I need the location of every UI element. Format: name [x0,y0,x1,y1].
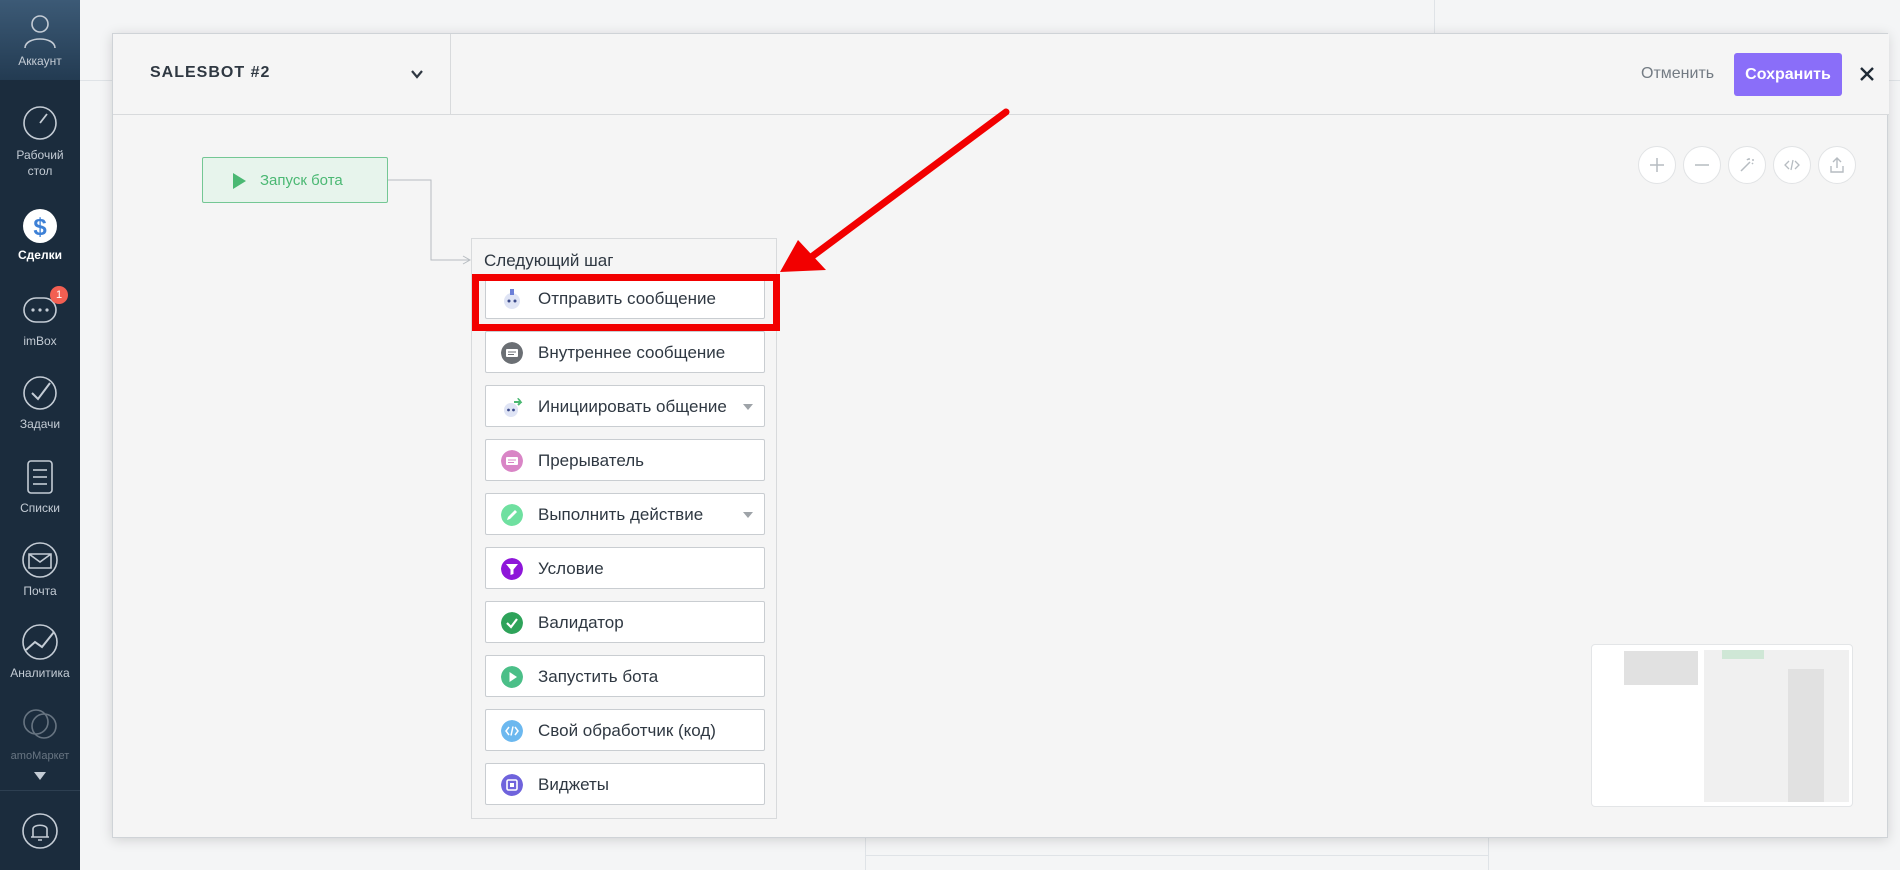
checkmark-circle-icon [23,376,57,410]
step-label: Инициировать общение [538,397,727,416]
robot-initiate-icon [504,397,523,417]
step-label: Свой обработчик (код) [538,721,716,740]
svg-text:$: $ [33,214,47,241]
bg-divider [1434,0,1435,35]
nav-more-caret-icon[interactable] [34,772,46,780]
nav-dashboard[interactable]: Рабочий стол [0,103,80,179]
nav-deals[interactable]: $ Сделки [0,204,80,262]
bg-divider [865,838,866,870]
internal-message-icon [501,342,523,364]
minimap-region [1722,650,1764,659]
minimap-region [1788,669,1824,802]
step-label: Запустить бота [538,667,659,686]
dropdown-caret-icon[interactable] [743,404,753,410]
condition-filter-icon [501,558,523,580]
bg-divider [865,855,1489,856]
step-label: Виджеты [538,775,610,794]
nav-mail-label: Почта [23,584,57,598]
code-handler-icon [501,720,523,742]
left-navigation: Аккаунт Рабочий стол $ Сделки 1 imBox За… [0,0,80,870]
highlight-frame [472,274,780,331]
step-interrupter[interactable]: Прерыватель [485,439,765,481]
dollar-icon: $ [23,209,57,243]
step-validator[interactable]: Валидатор [485,601,765,643]
step-custom-code[interactable]: Свой обработчик (код) [485,709,765,751]
play-icon [233,173,246,189]
nav-lists-label: Списки [20,501,60,515]
dropdown-caret-icon[interactable] [743,512,753,518]
nav-account-label: Аккаунт [18,54,62,68]
bg-divider [1488,838,1489,870]
envelope-icon [22,542,58,578]
salesbot-editor-modal: SALESBOT #2 Отменить Сохранить Запуск бо… [112,33,1889,838]
speedometer-icon [23,106,57,140]
market-circles-icon [23,709,57,739]
nav-market-label: amoМаркет [10,750,70,762]
nav-deals-label: Сделки [18,248,62,262]
imbox-badge: 1 [50,286,68,304]
bell-icon [22,813,58,849]
user-avatar-icon [24,15,56,49]
nav-analytics-label: Аналитика [10,666,70,680]
step-perform-action[interactable]: Выполнить действие [485,493,765,535]
step-label: Выполнить действие [538,505,704,524]
nav-account[interactable]: Аккаунт [0,10,80,68]
nav-notifications[interactable] [0,790,80,870]
validator-check-icon [501,612,523,634]
step-label: Валидатор [538,613,624,632]
step-run-bot[interactable]: Запустить бота [485,655,765,697]
step-label: Внутреннее сообщение [538,343,726,362]
nav-imbox[interactable]: 1 imBox [0,286,80,348]
nav-analytics[interactable]: Аналитика [0,622,80,680]
nav-dashboard-label: Рабочий стол [16,148,64,178]
run-bot-play-icon [501,666,523,688]
interrupter-icon [501,450,523,472]
step-internal-message[interactable]: Внутреннее сообщение [485,331,765,373]
minimap-region [1704,650,1849,802]
nav-market[interactable]: amoМаркет [0,704,80,762]
nav-tasks[interactable]: Задачи [0,373,80,431]
minimap-region [1624,651,1698,685]
step-initiate-conversation[interactable]: Инициировать общение [485,385,765,427]
panel-title: Следующий шаг [484,251,614,270]
step-label: Прерыватель [538,451,644,470]
widgets-icon [501,774,523,796]
analytics-chart-icon [22,624,58,660]
step-label: Условие [538,559,604,578]
start-bot-node[interactable]: Запуск бота [202,157,388,203]
list-icon [27,460,53,494]
nav-tasks-label: Задачи [19,417,61,431]
action-pencil-icon [501,504,523,526]
step-widgets[interactable]: Виджеты [485,763,765,805]
nav-imbox-label: imBox [23,334,57,348]
step-condition[interactable]: Условие [485,547,765,589]
nav-lists[interactable]: Списки [0,457,80,515]
start-node-label: Запуск бота [260,172,343,189]
nav-mail[interactable]: Почта [0,540,80,598]
canvas-minimap[interactable] [1591,644,1853,807]
